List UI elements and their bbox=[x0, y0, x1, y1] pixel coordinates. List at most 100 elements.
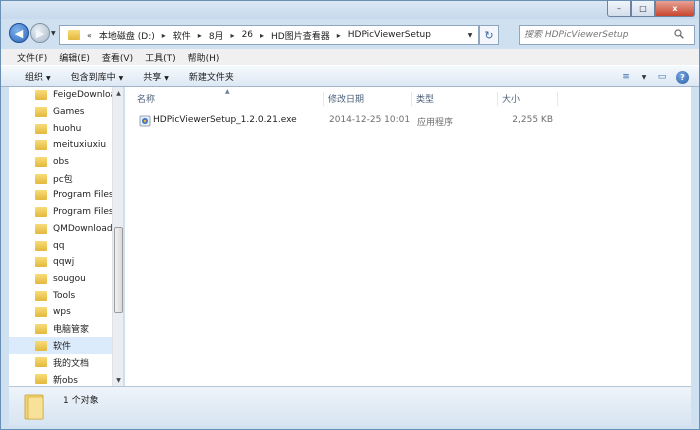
sidebar-item-folder[interactable]: wps bbox=[9, 304, 113, 321]
breadcrumb-separator[interactable]: ▸ bbox=[334, 31, 344, 40]
menu-edit[interactable]: 编辑(E) bbox=[53, 51, 96, 64]
menu-file[interactable]: 文件(F) bbox=[11, 51, 53, 64]
file-size: 2,255 KB bbox=[512, 115, 553, 125]
exe-file-icon bbox=[139, 115, 151, 127]
include-library-button[interactable]: 包含到库中 ▼ bbox=[61, 70, 134, 83]
folder-icon bbox=[35, 374, 47, 385]
sidebar-item-folder[interactable]: FeigeDownloa bbox=[9, 87, 113, 104]
breadcrumb-hd-viewer[interactable]: HD图片查看器 bbox=[267, 29, 334, 42]
column-divider bbox=[557, 92, 562, 106]
breadcrumb-software[interactable]: 软件 bbox=[169, 29, 195, 42]
sidebar-item-folder[interactable]: 新obs bbox=[9, 371, 113, 386]
minimize-button[interactable]: – bbox=[607, 1, 631, 17]
column-size[interactable]: 大小 bbox=[497, 92, 520, 106]
folder-icon bbox=[35, 223, 47, 234]
sidebar-item-label: qq bbox=[53, 240, 65, 251]
refresh-button[interactable]: ↻ bbox=[479, 25, 499, 45]
file-row[interactable]: HDPicViewerSetup_1.2.0.21.exe 2014-12-25… bbox=[133, 113, 593, 129]
sidebar-item-folder[interactable]: qq bbox=[9, 237, 113, 254]
sidebar-item-folder[interactable]: QMDownload bbox=[9, 221, 113, 238]
menu-view[interactable]: 查看(V) bbox=[96, 51, 139, 64]
folder-icon bbox=[35, 257, 47, 268]
view-options-icon[interactable]: ≡ bbox=[618, 69, 634, 85]
file-name: HDPicViewerSetup_1.2.0.21.exe bbox=[153, 115, 297, 125]
sidebar-item-folder[interactable]: 软件 bbox=[9, 337, 113, 354]
address-bar[interactable]: « 本地磁盘 (D:) ▸ 软件 ▸ 8月 ▸ 26 ▸ HD图片查看器 ▸ H… bbox=[59, 25, 479, 45]
folder-tree: FeigeDownloa Games huohu meituxiuxiu obs pc包 P… bbox=[9, 87, 113, 386]
chevron-down-icon: ▼ bbox=[118, 74, 124, 82]
breadcrumb-separator[interactable]: ▸ bbox=[257, 31, 267, 40]
sidebar-item-folder[interactable]: qqwj bbox=[9, 254, 113, 271]
forward-button[interactable]: ▶ bbox=[30, 23, 50, 43]
folder-icon bbox=[35, 340, 47, 351]
column-modified[interactable]: 修改日期 bbox=[323, 92, 364, 106]
sidebar-item-folder[interactable]: 我的文档 bbox=[9, 354, 113, 371]
sidebar-item-label: QMDownload bbox=[53, 223, 113, 234]
sidebar-item-folder[interactable]: Games bbox=[9, 104, 113, 121]
folder-icon bbox=[68, 30, 80, 40]
sidebar-item-label: 我的文档 bbox=[53, 358, 90, 369]
folder-icon bbox=[35, 90, 47, 101]
breadcrumb-separator[interactable]: ▸ bbox=[228, 31, 238, 40]
folder-icon bbox=[24, 394, 44, 420]
help-icon[interactable]: ? bbox=[676, 70, 689, 84]
folder-icon bbox=[35, 240, 47, 251]
sidebar-item-folder[interactable]: pc包 bbox=[9, 170, 113, 187]
share-label: 共享 bbox=[143, 72, 162, 83]
folder-icon bbox=[35, 357, 47, 368]
sidebar-item-folder[interactable]: sougou bbox=[9, 271, 113, 288]
breadcrumb: « 本地磁盘 (D:) ▸ 软件 ▸ 8月 ▸ 26 ▸ HD图片查看器 ▸ H… bbox=[60, 29, 435, 42]
folder-icon bbox=[35, 290, 47, 301]
sidebar-item-label: pc包 bbox=[53, 175, 73, 186]
title-bar[interactable]: – □ x bbox=[1, 1, 699, 19]
chevron-down-icon: ▼ bbox=[164, 74, 169, 82]
search-box[interactable] bbox=[519, 25, 695, 45]
scroll-thumb[interactable] bbox=[114, 227, 123, 313]
search-input[interactable] bbox=[524, 30, 674, 40]
sidebar-item-folder[interactable]: 电脑管家 bbox=[9, 321, 113, 338]
sidebar-item-label: Program Files bbox=[53, 207, 113, 218]
close-button[interactable]: x bbox=[655, 1, 695, 17]
sidebar-item-label: Games bbox=[53, 107, 85, 118]
include-library-label: 包含到库中 bbox=[70, 72, 116, 83]
sidebar-item-label: wps bbox=[53, 307, 71, 318]
sidebar-item-label: 软件 bbox=[53, 342, 72, 353]
breadcrumb-26[interactable]: 26 bbox=[238, 30, 257, 40]
scroll-down-arrow[interactable]: ▼ bbox=[113, 374, 123, 386]
column-name[interactable]: 名称 bbox=[133, 92, 155, 106]
organize-label: 组织 bbox=[25, 72, 44, 83]
breadcrumb-separator[interactable]: ▸ bbox=[159, 31, 169, 40]
menu-help[interactable]: 帮助(H) bbox=[182, 51, 226, 64]
sidebar-item-folder[interactable]: huohu bbox=[9, 120, 113, 137]
column-type[interactable]: 类型 bbox=[411, 92, 434, 106]
view-dropdown-icon[interactable]: ▼ bbox=[640, 69, 648, 85]
search-icon[interactable] bbox=[674, 28, 684, 42]
sidebar-item-label: FeigeDownloa bbox=[53, 90, 113, 101]
breadcrumb-drive[interactable]: 本地磁盘 (D:) bbox=[95, 29, 159, 42]
sidebar-item-label: 电脑管家 bbox=[53, 325, 90, 336]
sidebar-item-folder[interactable]: meituxiuxiu bbox=[9, 137, 113, 154]
sidebar-item-folder[interactable]: Tools bbox=[9, 287, 113, 304]
address-dropdown[interactable]: ▼ bbox=[462, 32, 478, 39]
maximize-button[interactable]: □ bbox=[631, 1, 655, 17]
breadcrumb-august[interactable]: 8月 bbox=[205, 29, 228, 42]
sidebar-item-label: sougou bbox=[53, 273, 86, 284]
sidebar-item-folder[interactable]: Program Files bbox=[9, 204, 113, 221]
breadcrumb-separator[interactable]: ▸ bbox=[195, 31, 205, 40]
share-button[interactable]: 共享 ▼ bbox=[133, 70, 179, 83]
folder-icon bbox=[35, 157, 47, 168]
recent-pages-dropdown[interactable]: ▼ bbox=[51, 30, 56, 37]
nav-scrollbar[interactable]: ▲ ▼ bbox=[112, 87, 123, 386]
file-type: 应用程序 bbox=[417, 118, 454, 128]
menu-tools[interactable]: 工具(T) bbox=[139, 51, 182, 64]
breadcrumb-current[interactable]: HDPicViewerSetup bbox=[344, 30, 435, 40]
overflow-chevron[interactable]: « bbox=[84, 31, 95, 40]
sidebar-item-folder[interactable]: Program Files bbox=[9, 187, 113, 204]
preview-pane-icon[interactable]: ▭ bbox=[654, 69, 670, 85]
back-button[interactable]: ◀ bbox=[9, 23, 29, 43]
organize-button[interactable]: 组织 ▼ bbox=[15, 70, 61, 83]
scroll-up-arrow[interactable]: ▲ bbox=[113, 87, 123, 99]
sidebar-item-folder[interactable]: obs bbox=[9, 154, 113, 171]
new-folder-button[interactable]: 新建文件夹 bbox=[179, 70, 244, 83]
file-list: 名称 ▲ 修改日期 类型 大小 HDPicViewerSetup_1.2.0.2… bbox=[125, 87, 691, 386]
